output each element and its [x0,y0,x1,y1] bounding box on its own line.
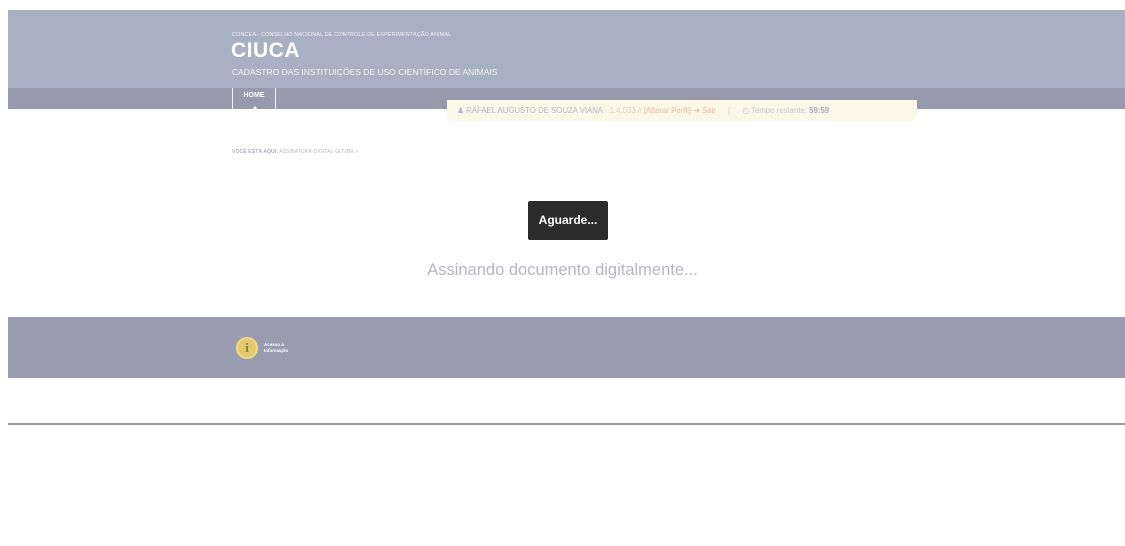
time-remaining: 59:59 [809,106,830,115]
user-institution: - 1.4.033 /i [602,106,642,115]
info-icon[interactable]: i [236,337,258,359]
user-name: RAFAEL AUGUSTO DE SOUZA VIANA [466,106,603,115]
change-profile-link[interactable]: [Alterar Perfil] [644,106,691,115]
time-label: Tempo restante: [751,106,807,115]
org-line: CONCEA - CONSELHO NACIONAL DE CONTROLE D… [232,32,452,38]
nav-home[interactable]: HOME [232,88,276,110]
breadcrumb-current[interactable]: ASSINATURA-DIGITAL-GOVBR » [279,149,358,155]
user-bar: ♟ RAFAEL AUGUSTO DE SOUZA VIANA - 1.4.03… [447,100,917,121]
logout-icon[interactable]: ➜ [693,106,700,115]
nav-home-label: HOME [243,92,265,99]
divider [8,423,1125,425]
acesso-informacao-link[interactable]: Acesso à Informação [264,342,288,353]
breadcrumb-label: VOCÊ ESTÁ AQUI: [232,149,278,155]
page: CONCEA - CONSELHO NACIONAL DE CONTROLE D… [8,10,1125,110]
separator: | [728,106,731,115]
signing-message: Assinando documento digitalmente... [427,261,698,279]
breadcrumb: VOCÊ ESTÁ AQUI: ASSINATURA-DIGITAL-GOVBR… [232,149,358,155]
site-footer [8,317,1125,378]
user-icon: ♟ [457,106,464,115]
active-caret-icon [252,106,258,110]
app-subtitle: CADASTRO DAS INSTITUIÇÕES DE USO CIENTÍF… [232,67,498,77]
site-header: CONCEA - CONSELHO NACIONAL DE CONTROLE D… [8,10,1125,88]
wait-box: Aguarde... [528,201,608,240]
logout-link[interactable]: Sair [702,106,716,115]
app-title[interactable]: CIUCA [231,39,300,63]
clock-icon: ◴ [742,106,750,115]
acesso-line-2: Informação [264,347,289,353]
